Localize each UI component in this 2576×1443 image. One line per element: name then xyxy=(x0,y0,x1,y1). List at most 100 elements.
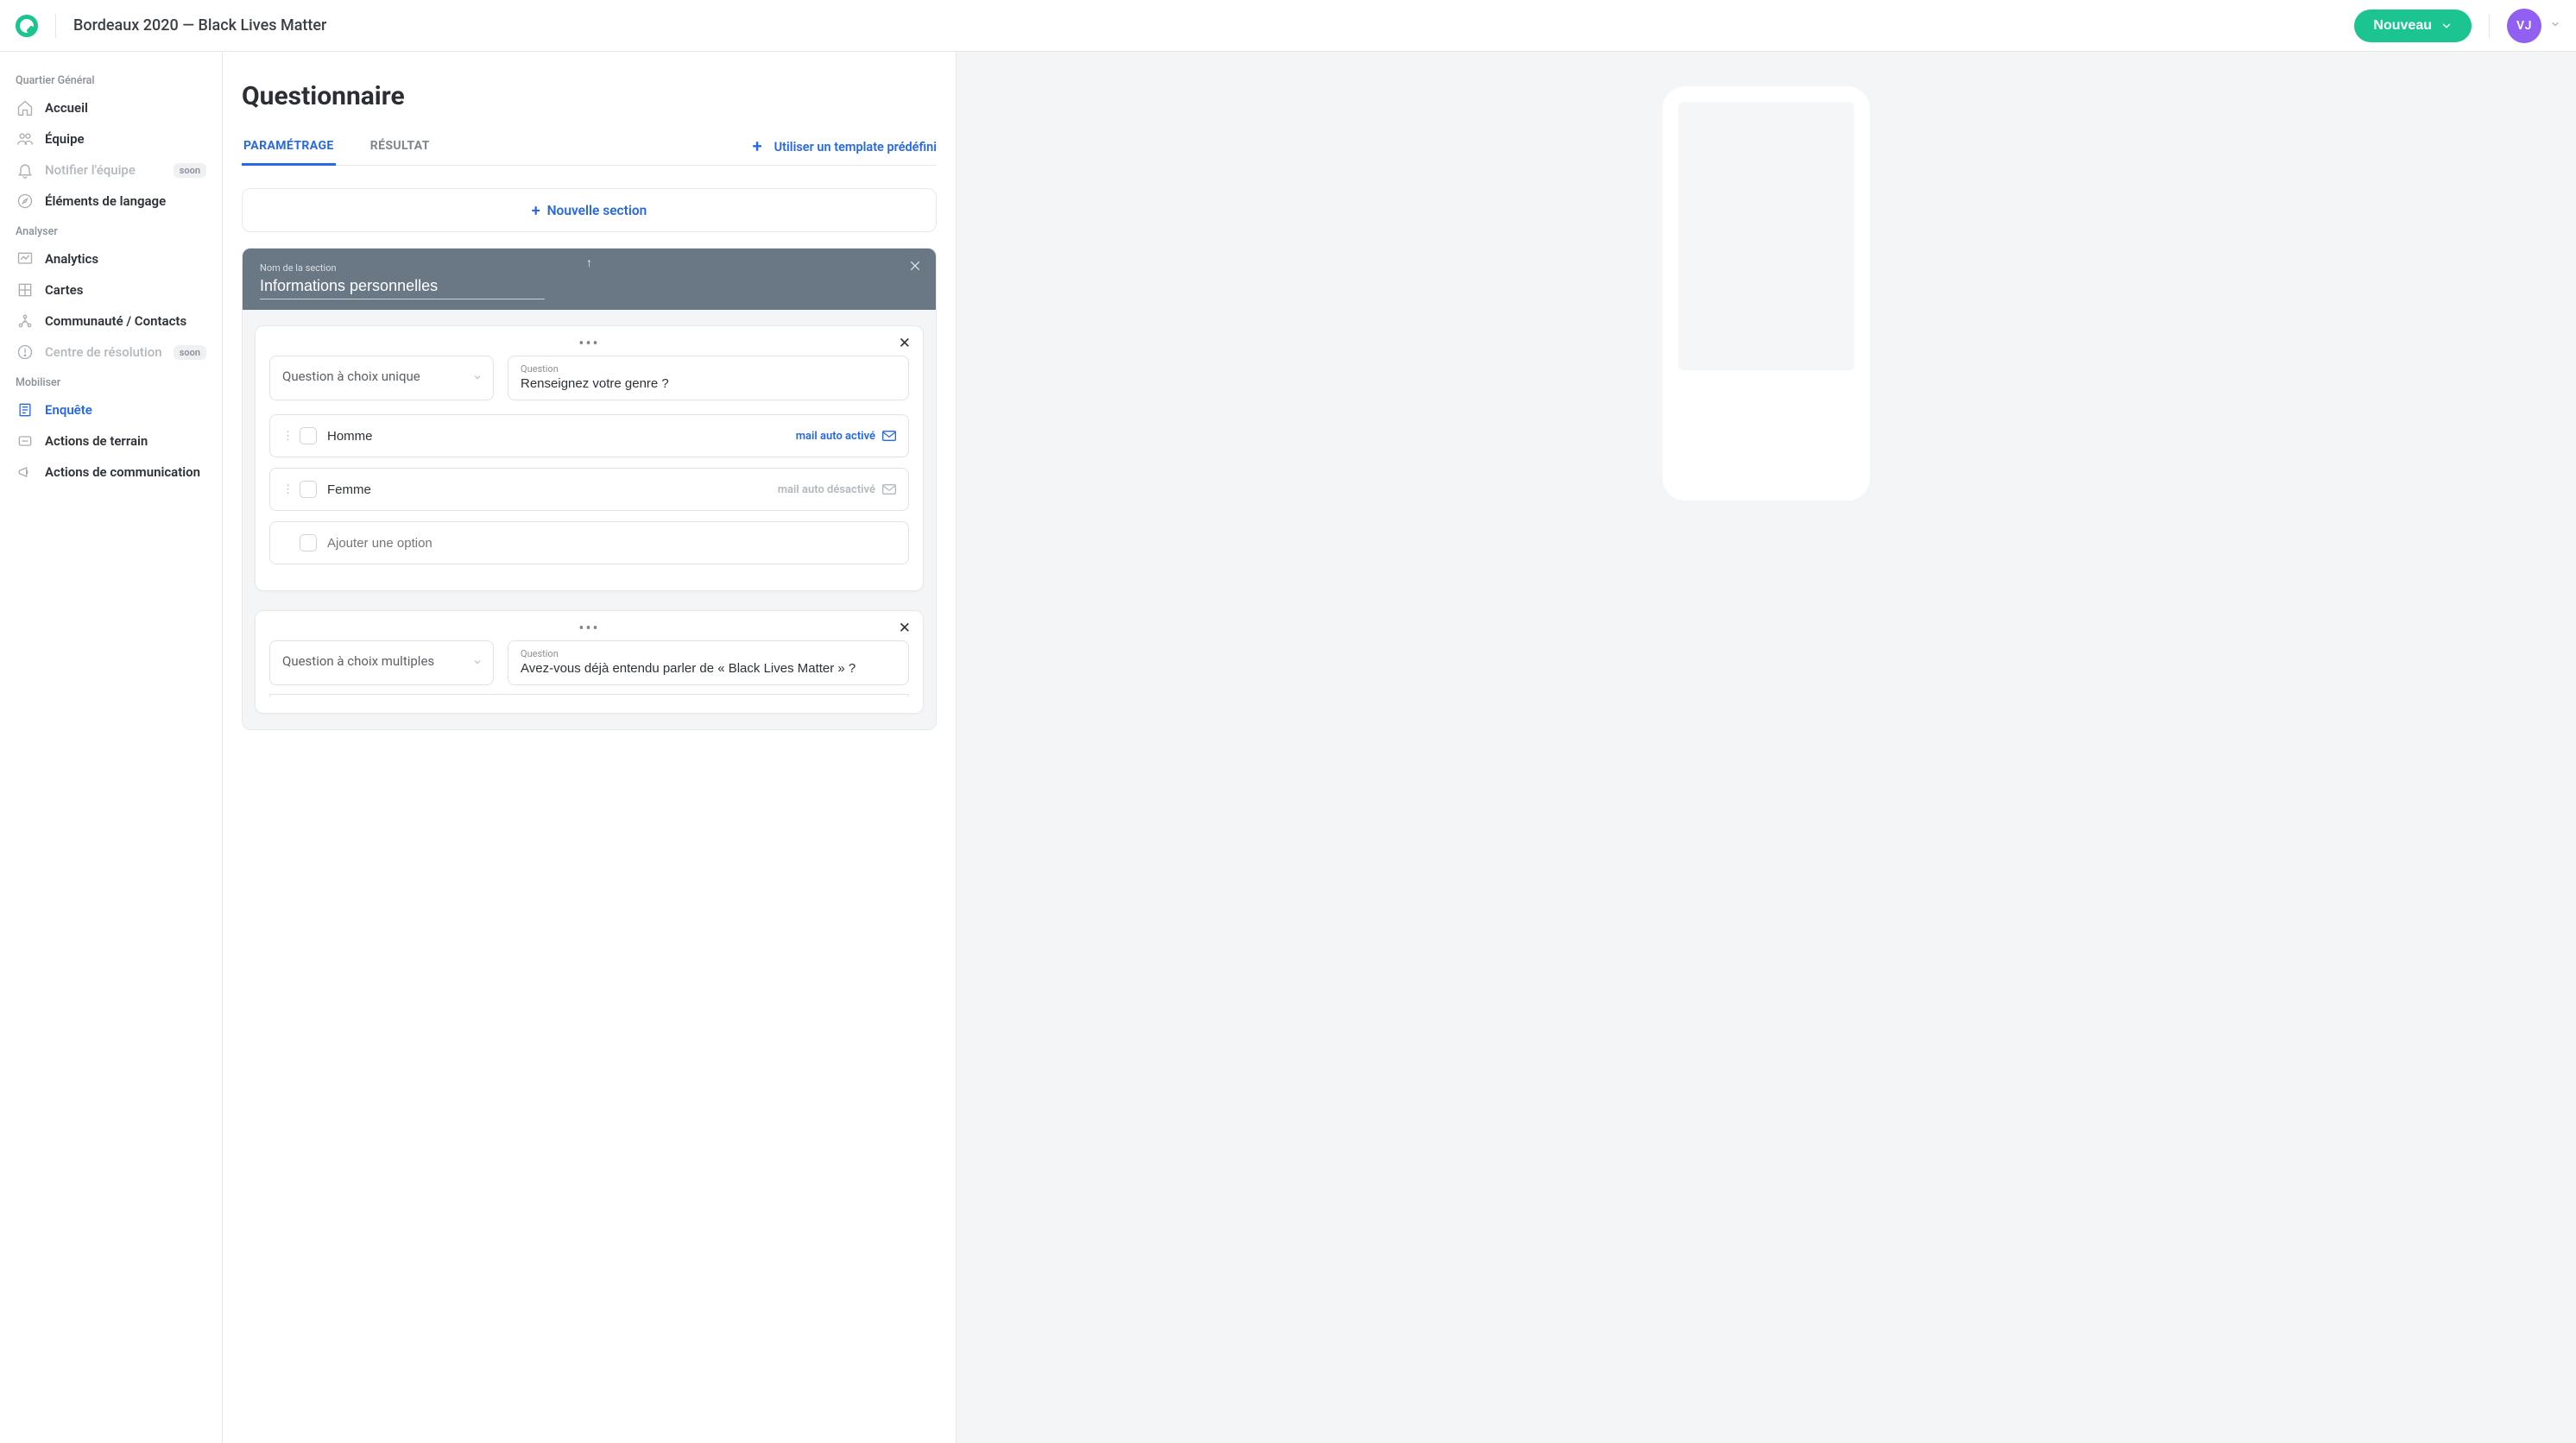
header-divider xyxy=(55,14,56,38)
avatar-caret-icon[interactable] xyxy=(2550,19,2560,33)
question-type-select[interactable]: Question à choix multiples xyxy=(269,640,494,685)
option-text-input[interactable] xyxy=(327,482,767,497)
mail-auto-label: mail auto désactivé xyxy=(778,483,875,496)
network-icon xyxy=(16,312,35,331)
sidebar-item-label: Actions de communication xyxy=(45,464,200,480)
section-card: ↑ Nom de la section ••• ✕ Question xyxy=(242,248,937,730)
option-checkbox[interactable] xyxy=(300,481,317,498)
question-type-value: Question à choix multiples xyxy=(282,653,434,669)
compass-icon xyxy=(16,192,35,211)
section-body: ••• ✕ Question à choix unique Question xyxy=(243,310,936,729)
section-header: ↑ Nom de la section xyxy=(243,249,936,310)
question-text-input[interactable] xyxy=(521,375,896,391)
drag-handle-icon[interactable]: ⋮ xyxy=(282,430,289,443)
option-row: ⋮ mail auto activé xyxy=(269,414,909,457)
question-text-field[interactable]: Question xyxy=(508,356,909,400)
option-row-peek xyxy=(269,694,909,697)
question-text-input[interactable] xyxy=(521,659,896,676)
new-section-label: Nouvelle section xyxy=(547,203,647,218)
use-template-link[interactable]: + Utiliser un template prédéfini xyxy=(753,136,937,157)
mail-auto-label: mail auto activé xyxy=(796,430,875,443)
sidebar-item-label: Communauté / Contacts xyxy=(45,313,186,329)
option-checkbox xyxy=(300,534,317,551)
soon-badge: soon xyxy=(174,345,206,360)
option-text-input[interactable] xyxy=(327,429,786,444)
add-option-input[interactable] xyxy=(327,536,896,551)
plus-icon: + xyxy=(532,202,540,220)
users-icon xyxy=(16,129,35,148)
page-title: Questionnaire xyxy=(242,81,937,111)
sidebar-item-accueil[interactable]: Accueil xyxy=(9,92,213,123)
chart-icon xyxy=(16,249,35,268)
sidebar-item-label: Centre de résolution xyxy=(45,344,162,360)
sidebar-item-label: Équipe xyxy=(45,131,85,147)
field-icon xyxy=(16,432,35,451)
home-icon xyxy=(16,98,35,117)
sidebar: Quartier Général Accueil Équipe Notifier… xyxy=(0,52,223,1443)
main-area: Questionnaire PARAMÉTRAGE RÉSULTAT + Uti… xyxy=(223,52,2576,1443)
option-row: ⋮ mail auto désactivé xyxy=(269,468,909,511)
new-section-button[interactable]: + Nouvelle section xyxy=(242,188,937,232)
sidebar-item-communaute[interactable]: Communauté / Contacts xyxy=(9,306,213,337)
sidebar-group-title: Mobiliser xyxy=(9,368,213,394)
sidebar-group-title: Analyser xyxy=(9,217,213,243)
question-type-value: Question à choix unique xyxy=(282,369,420,384)
sidebar-item-terrain[interactable]: Actions de terrain xyxy=(9,425,213,457)
sidebar-item-analytics[interactable]: Analytics xyxy=(9,243,213,274)
question-type-select[interactable]: Question à choix unique xyxy=(269,356,494,400)
chevron-down-icon xyxy=(2440,20,2453,32)
sidebar-item-label: Éléments de langage xyxy=(45,193,166,209)
question-label: Question xyxy=(521,648,896,659)
alert-icon xyxy=(16,343,35,362)
phone-preview xyxy=(1663,86,1870,501)
drag-handle-icon[interactable]: ⋮ xyxy=(282,483,289,496)
bell-icon xyxy=(16,161,35,180)
chevron-down-icon xyxy=(472,655,483,671)
tabs: PARAMÉTRAGE RÉSULTAT + Utiliser un templ… xyxy=(242,129,937,166)
close-question-icon[interactable]: ✕ xyxy=(899,620,911,637)
plus-icon: + xyxy=(753,135,762,156)
mail-auto-toggle[interactable]: mail auto activé xyxy=(796,430,896,443)
use-template-label: Utiliser un template prédéfini xyxy=(774,140,937,154)
add-option-row[interactable]: ⋮ xyxy=(269,521,909,564)
phone-preview-screen xyxy=(1678,102,1854,370)
sidebar-item-label: Notifier l'équipe xyxy=(45,162,136,178)
sidebar-item-equipe[interactable]: Équipe xyxy=(9,123,213,154)
move-up-icon[interactable]: ↑ xyxy=(586,255,592,270)
sidebar-item-enquete[interactable]: Enquête xyxy=(9,394,213,425)
sidebar-item-elements[interactable]: Éléments de langage xyxy=(9,186,213,217)
content-panel: Questionnaire PARAMÉTRAGE RÉSULTAT + Uti… xyxy=(223,52,957,1443)
mail-auto-toggle[interactable]: mail auto désactivé xyxy=(778,483,896,496)
sidebar-item-label: Cartes xyxy=(45,282,83,298)
drag-handle-icon[interactable]: ••• xyxy=(269,340,909,349)
sidebar-item-label: Enquête xyxy=(45,402,92,418)
map-icon xyxy=(16,280,35,299)
tab-parametrage[interactable]: PARAMÉTRAGE xyxy=(242,129,336,166)
sidebar-item-label: Accueil xyxy=(45,100,88,116)
tab-resultat[interactable]: RÉSULTAT xyxy=(369,129,432,166)
question-label: Question xyxy=(521,363,896,375)
breadcrumb-title: Bordeaux 2020 — Black Lives Matter xyxy=(73,16,326,35)
question-card: ••• ✕ Question à choix multiples Questio… xyxy=(255,610,924,714)
soon-badge: soon xyxy=(174,163,206,178)
header-divider-2 xyxy=(2489,14,2490,38)
app-logo xyxy=(16,15,38,37)
megaphone-icon xyxy=(16,463,35,482)
sidebar-item-centre[interactable]: Centre de résolution soon xyxy=(9,337,213,368)
app-header: Bordeaux 2020 — Black Lives Matter Nouve… xyxy=(0,0,2576,52)
new-button[interactable]: Nouveau xyxy=(2354,9,2472,42)
section-name-input[interactable] xyxy=(260,275,545,299)
sidebar-item-comm[interactable]: Actions de communication xyxy=(9,457,213,488)
avatar[interactable]: VJ xyxy=(2507,9,2541,43)
close-question-icon[interactable]: ✕ xyxy=(899,335,911,352)
sidebar-item-label: Analytics xyxy=(45,251,98,267)
option-checkbox[interactable] xyxy=(300,427,317,444)
sidebar-item-cartes[interactable]: Cartes xyxy=(9,274,213,306)
drag-handle-icon[interactable]: ••• xyxy=(269,625,909,633)
form-icon xyxy=(16,400,35,419)
close-section-icon[interactable] xyxy=(908,259,922,276)
question-text-field[interactable]: Question xyxy=(508,640,909,685)
mail-icon xyxy=(882,484,896,495)
sidebar-item-notifier[interactable]: Notifier l'équipe soon xyxy=(9,154,213,186)
sidebar-group-title: Quartier Général xyxy=(9,66,213,92)
